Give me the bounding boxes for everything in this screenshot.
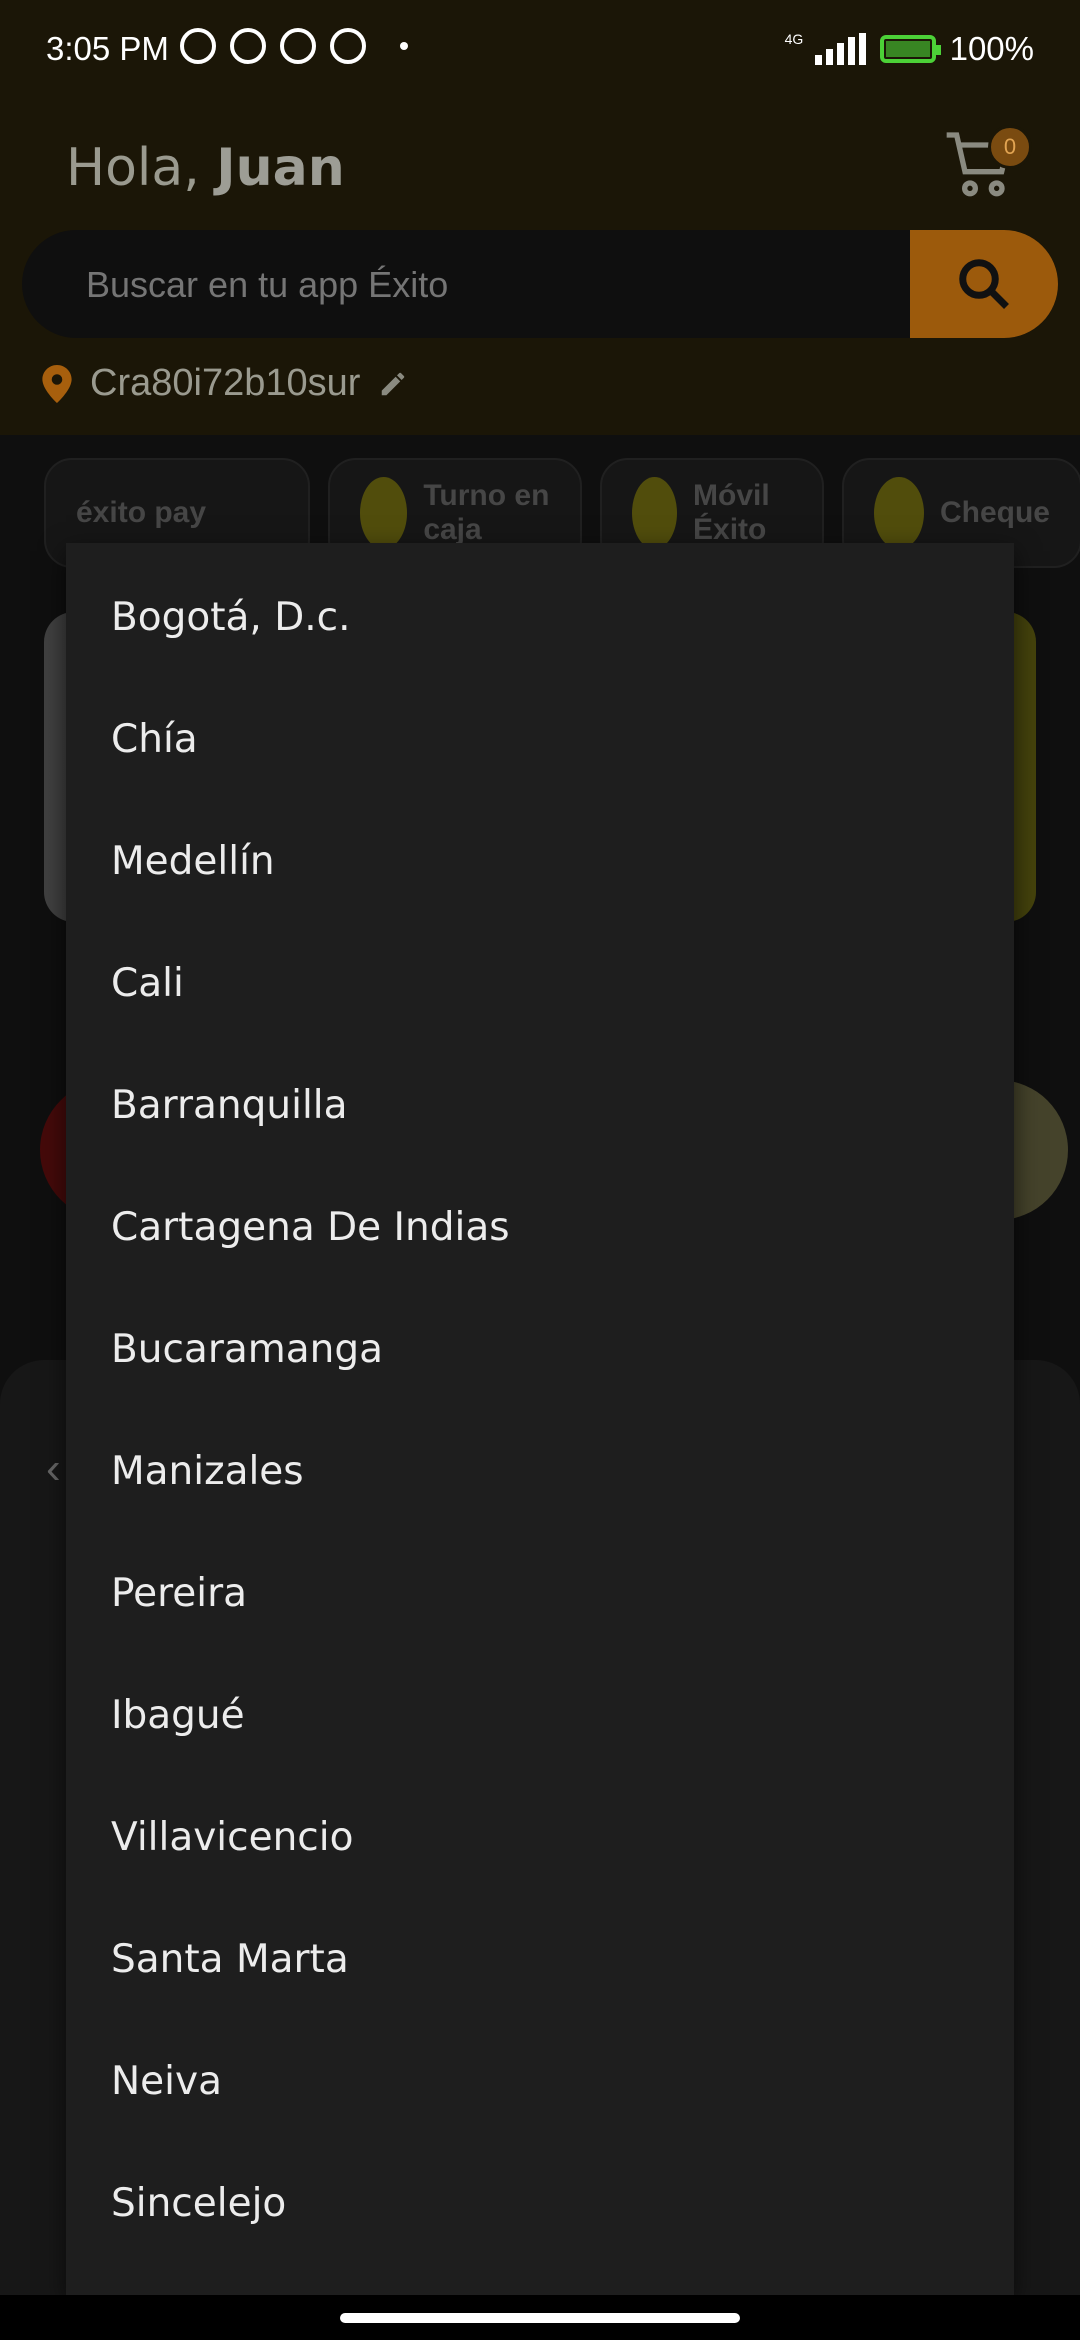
battery-icon: [879, 35, 941, 63]
search-input[interactable]: [84, 230, 908, 338]
app-notification-icon: [330, 28, 366, 64]
cart-button[interactable]: 0: [940, 125, 1032, 215]
city-option[interactable]: Villavicencio: [66, 1777, 1014, 1899]
app-header: Hola, Juan 0 Cra80i72b10sur: [0, 100, 1080, 435]
app-notification-icon: [280, 28, 316, 64]
city-option[interactable]: Bucaramanga: [66, 1289, 1014, 1411]
city-option[interactable]: Cali: [66, 923, 1014, 1045]
search-button[interactable]: [910, 230, 1058, 338]
city-option[interactable]: Pereira: [66, 1533, 1014, 1655]
navigation-area: [0, 2295, 1080, 2340]
city-option[interactable]: Chía: [66, 679, 1014, 801]
greeting: Hola, Juan: [66, 138, 345, 198]
delivery-location[interactable]: Cra80i72b10sur: [42, 362, 408, 405]
search-icon: [959, 259, 1009, 309]
greeting-text: Hola,: [66, 138, 200, 198]
signal-icon: 4G: [785, 31, 866, 65]
status-bar: 3:05 PM 4G 100%: [0, 0, 1080, 100]
battery-level: 100%: [949, 30, 1034, 67]
city-option[interactable]: Manizales: [66, 1411, 1014, 1533]
notification-icons: [180, 28, 408, 64]
city-option[interactable]: Santa Marta: [66, 1899, 1014, 2021]
alarm-icon: [180, 28, 216, 64]
city-option[interactable]: Cartagena De Indias: [66, 1167, 1014, 1289]
city-option[interactable]: Ibagué: [66, 1655, 1014, 1777]
location-pin-icon: [42, 364, 72, 403]
system-status: 4G 100%: [785, 30, 1034, 68]
cart-count-badge: 0: [988, 125, 1032, 169]
city-option[interactable]: Bogotá, D.c.: [66, 557, 1014, 679]
more-notifications-dot-icon: [400, 42, 408, 50]
user-name: Juan: [216, 138, 345, 198]
status-time: 3:05 PM: [46, 30, 169, 67]
app-notification-icon: [230, 28, 266, 64]
city-option[interactable]: Sincelejo: [66, 2143, 1014, 2265]
network-type: 4G: [784, 31, 804, 47]
home-gesture-bar[interactable]: [340, 2313, 740, 2323]
search-bar[interactable]: [22, 230, 1058, 338]
city-option[interactable]: Medellín: [66, 801, 1014, 923]
city-option[interactable]: Barranquilla: [66, 1045, 1014, 1167]
city-dropdown: Bogotá, D.c. Chía Medellín Cali Barranqu…: [66, 543, 1014, 2295]
edit-pencil-icon[interactable]: [378, 369, 408, 399]
city-option[interactable]: Neiva: [66, 2021, 1014, 2143]
location-address: Cra80i72b10sur: [90, 362, 361, 404]
